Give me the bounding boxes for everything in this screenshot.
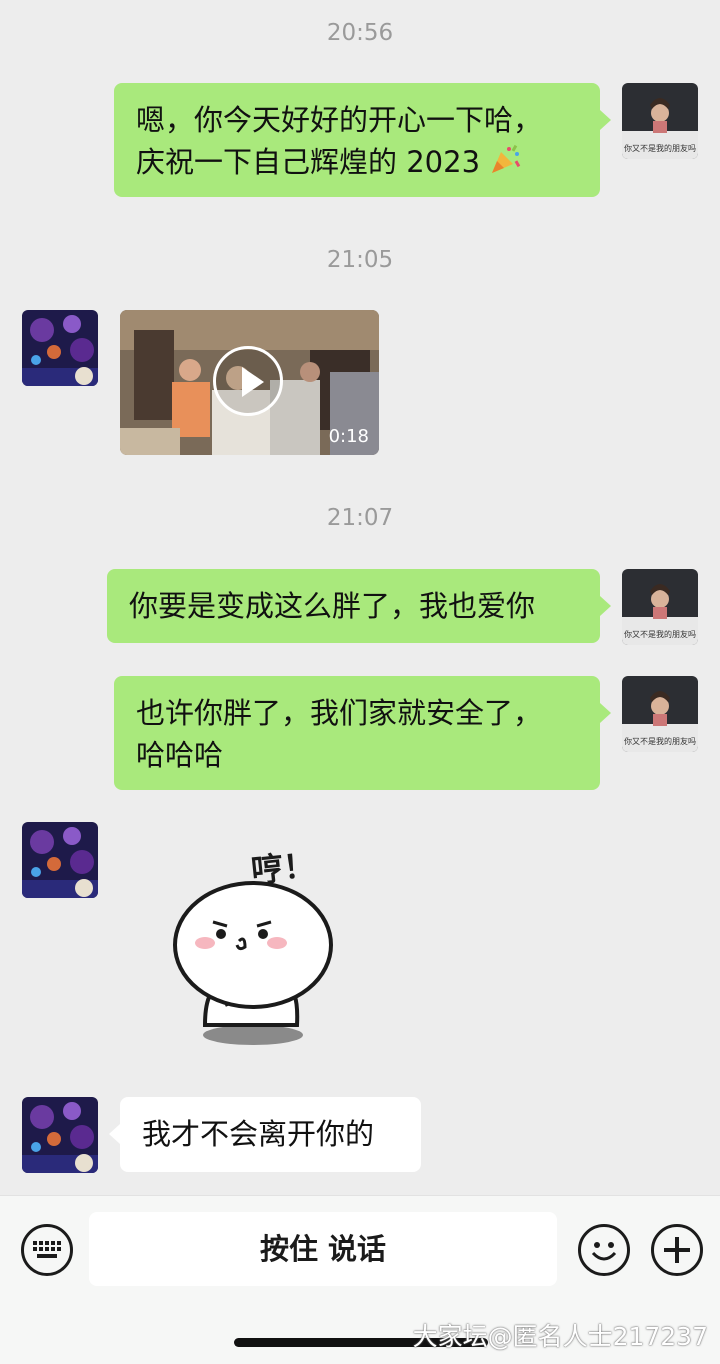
svg-text:你又不是我的朋友吗: 你又不是我的朋友吗	[624, 143, 696, 153]
avatar-friend[interactable]	[22, 1097, 98, 1173]
message-text: 哈哈哈	[136, 738, 224, 772]
video-message[interactable]: 0:18	[120, 310, 379, 455]
smile-icon[interactable]	[578, 1224, 630, 1276]
svg-text:你又不是我的朋友吗: 你又不是我的朋友吗	[624, 629, 696, 639]
message-text: 嗯，你今天好好的开心一下哈，	[136, 103, 543, 137]
watermark: 大家坛@匿名人士217237	[412, 1322, 708, 1351]
bubble-tail	[600, 110, 611, 130]
hold-to-talk-button[interactable]: 按住 说话	[89, 1212, 557, 1286]
timestamp: 21:05	[326, 247, 394, 273]
bubble-tail	[600, 596, 611, 616]
avatar-friend[interactable]	[22, 822, 98, 898]
avatar-me[interactable]: 你又不是我的朋友吗	[622, 83, 698, 159]
sticker-message[interactable]: 哼！	[165, 835, 345, 1055]
timestamp: 21:07	[326, 505, 394, 531]
message-bubble-incoming[interactable]: 我才不会离开你的	[120, 1097, 421, 1172]
svg-text:你又不是我的朋友吗: 你又不是我的朋友吗	[624, 736, 696, 746]
message-text: 你要是变成这么胖了，我也爱你	[129, 589, 536, 623]
avatar-friend[interactable]	[22, 310, 98, 386]
play-icon[interactable]	[213, 346, 283, 416]
avatar-me[interactable]: 你又不是我的朋友吗	[622, 676, 698, 752]
message-bubble-outgoing[interactable]: 也许你胖了，我们家就安全了， 哈哈哈	[114, 676, 600, 790]
message-text: 庆祝一下自己辉煌的 2023	[136, 141, 578, 187]
timestamp: 20:56	[326, 20, 394, 46]
message-text: 也许你胖了，我们家就安全了，	[136, 696, 543, 730]
message-bubble-outgoing[interactable]: 嗯，你今天好好的开心一下哈， 庆祝一下自己辉煌的 2023	[114, 83, 600, 197]
message-text: 我才不会离开你的	[142, 1117, 375, 1151]
party-popper-icon	[489, 142, 523, 187]
message-bubble-outgoing[interactable]: 你要是变成这么胖了，我也爱你	[107, 569, 600, 643]
keyboard-icon[interactable]	[21, 1224, 73, 1276]
bubble-tail	[109, 1124, 120, 1144]
bubble-tail	[600, 703, 611, 723]
video-duration: 0:18	[328, 426, 369, 447]
plus-icon[interactable]	[651, 1224, 703, 1276]
avatar-me[interactable]: 你又不是我的朋友吗	[622, 569, 698, 645]
